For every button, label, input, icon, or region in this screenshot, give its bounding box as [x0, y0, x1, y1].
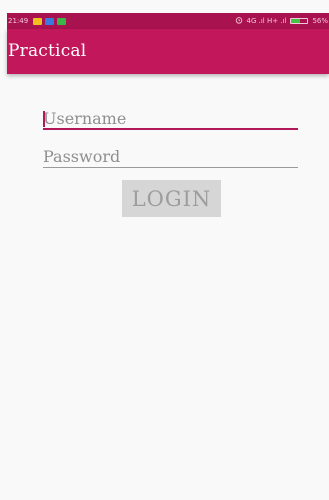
battery-icon — [290, 18, 309, 24]
text-cursor — [43, 111, 45, 127]
password-field[interactable]: Password — [43, 146, 298, 168]
battery-percent: 56% — [312, 17, 328, 25]
status-right-group: 4G .ıl H+ .ıl 56% — [235, 16, 328, 26]
battery-fill — [291, 19, 301, 23]
signal-icon: 4G .ıl H+ .ıl — [246, 17, 287, 25]
status-time: 21:49 — [8, 17, 29, 25]
password-placeholder: Password — [43, 147, 121, 166]
app-bar: Practical — [7, 29, 329, 74]
status-bar: 21:49 4G .ıl H+ .ıl 56% — [7, 13, 329, 29]
login-button[interactable]: LOGIN — [122, 180, 221, 217]
app-title: Practical — [8, 41, 87, 61]
image-notification-icon — [33, 17, 43, 25]
message-notification-icon — [57, 17, 67, 25]
app-screen: 21:49 4G .ıl H+ .ıl 56% Practical Userna… — [0, 0, 329, 500]
app-notification-icon — [45, 17, 55, 25]
alarm-icon — [235, 16, 243, 26]
username-placeholder: Username — [43, 109, 127, 128]
username-field[interactable]: Username — [43, 108, 298, 130]
